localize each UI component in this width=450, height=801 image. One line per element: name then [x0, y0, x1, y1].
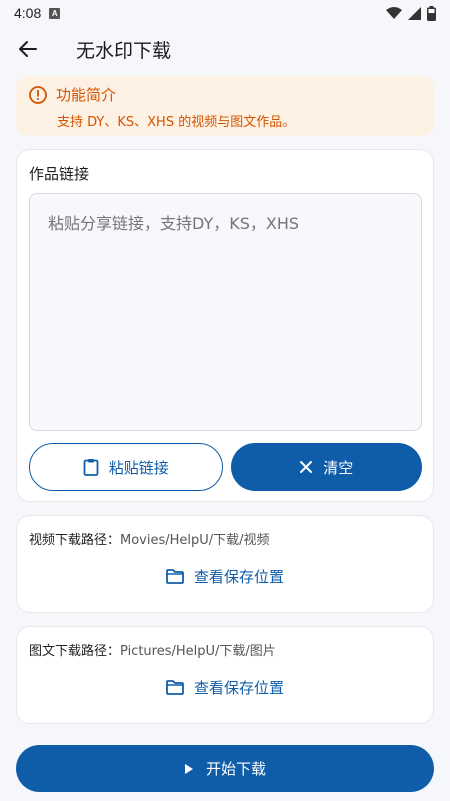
intro-title: 功能简介 [56, 86, 117, 104]
play-icon [184, 763, 193, 774]
link-label: 作品链接 [29, 165, 90, 183]
start-download-button[interactable]: 开始下载 [16, 745, 434, 792]
view-image-location-button[interactable]: 查看保存位置 [17, 677, 433, 698]
intro-description: 支持 DY、KS、XHS 的视频与图文作品。 [57, 115, 296, 130]
link-input-card: 作品链接 粘贴链接 清空 [16, 149, 434, 502]
page-title: 无水印下载 [76, 39, 172, 62]
video-path-label: 视频下载路径： [29, 533, 121, 548]
view-image-location-label: 查看保存位置 [193, 679, 284, 697]
status-bar: 4:08 A [0, 0, 450, 26]
video-path-value: Movies/HelpU/下载/视频 [120, 533, 270, 548]
info-circle-icon [29, 85, 47, 104]
close-icon [300, 461, 313, 473]
paste-link-button[interactable]: 粘贴链接 [29, 443, 223, 491]
start-download-label: 开始下载 [205, 760, 266, 778]
share-link-input[interactable] [29, 193, 422, 431]
image-path-label: 图文下载路径： [29, 644, 121, 659]
signal-icon [408, 6, 421, 20]
intro-header: 功能简介 [28, 84, 422, 105]
image-path-line: 图文下载路径：Pictures/HelpU/下载/图片 [29, 640, 276, 659]
status-time: 4:08 [14, 5, 42, 21]
view-video-location-button[interactable]: 查看保存位置 [17, 566, 433, 587]
back-button[interactable] [8, 29, 48, 69]
video-path-card: 视频下载路径：Movies/HelpU/下载/视频 查看保存位置 [16, 515, 434, 613]
view-video-location-label: 查看保存位置 [193, 568, 284, 586]
battery-icon [427, 5, 436, 21]
a-icon: A [49, 7, 61, 19]
clipboard-icon [83, 459, 99, 476]
link-action-row: 粘贴链接 清空 [29, 443, 422, 491]
folder-icon [166, 569, 184, 584]
status-icons [386, 5, 436, 21]
wifi-icon [386, 6, 402, 19]
image-path-value: Pictures/HelpU/下载/图片 [120, 644, 276, 659]
arrow-left-icon [19, 41, 37, 57]
paste-link-label: 粘贴链接 [108, 458, 169, 477]
app-bar: 无水印下载 [0, 26, 450, 72]
clear-button[interactable]: 清空 [230, 443, 422, 491]
video-path-line: 视频下载路径：Movies/HelpU/下载/视频 [29, 529, 270, 548]
image-path-card: 图文下载路径：Pictures/HelpU/下载/图片 查看保存位置 [16, 626, 434, 724]
clear-label: 清空 [323, 458, 354, 477]
folder-icon [166, 680, 184, 695]
feature-intro-card: 功能简介 支持 DY、KS、XHS 的视频与图文作品。 [16, 76, 434, 136]
